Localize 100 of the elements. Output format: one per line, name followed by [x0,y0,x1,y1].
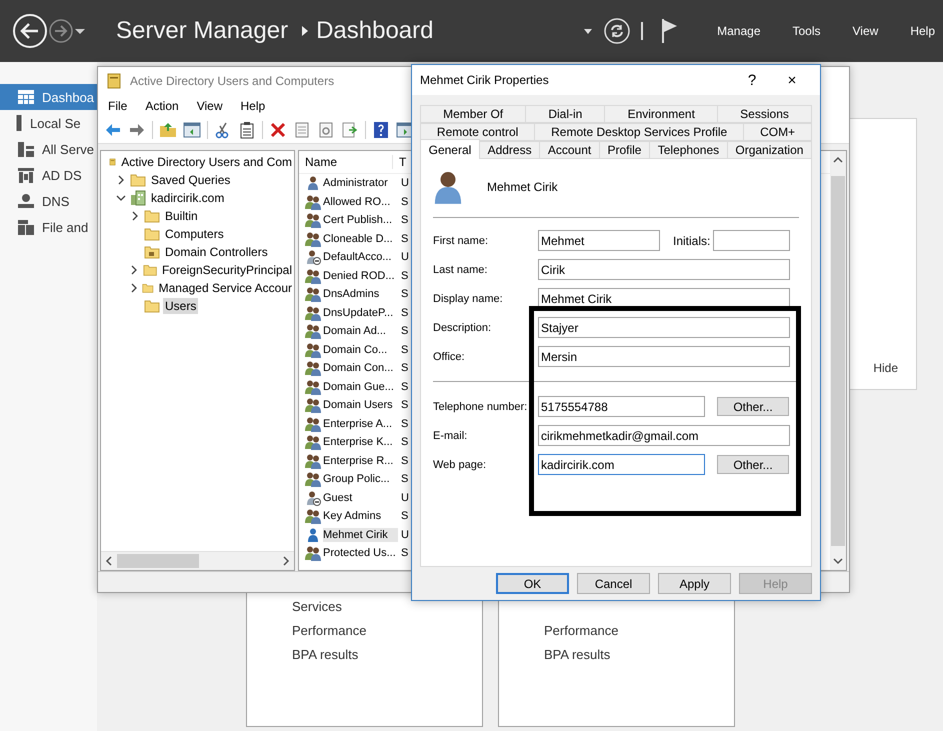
list-item[interactable]: Enterprise R... [323,454,398,468]
list-item[interactable]: DnsAdmins [323,287,398,302]
tile-link[interactable]: BPA results [544,647,734,662]
tree-item[interactable]: Builtin [163,208,200,224]
tab[interactable]: Profile [600,141,650,159]
tree-item[interactable]: kadircirik.com [149,190,226,206]
dialog-button[interactable]: Apply [658,573,731,594]
expand-chevron-icon[interactable] [116,175,126,185]
tab[interactable]: COM+ [744,123,812,141]
dropdown-caret-icon[interactable] [74,26,86,36]
refresh-icon[interactable] [603,17,632,45]
sidebar-item[interactable]: Dashboa [0,84,97,110]
text-field[interactable]: Cirik [538,259,790,280]
sidebar-item[interactable]: All Serve [0,136,97,162]
tab[interactable]: Telephones [650,141,728,159]
expand-chevron-icon[interactable] [129,265,140,275]
list-item[interactable]: Cert Publish... [323,213,398,228]
tab[interactable]: Environment [605,105,718,123]
menu-item[interactable]: Manage [717,24,760,38]
column-header[interactable]: Name [299,155,393,169]
tree-item[interactable]: Managed Service Accour [156,280,294,296]
dropdown-caret-icon[interactable] [583,27,594,35]
tab[interactable]: Remote Desktop Services Profile [535,123,744,141]
list-item[interactable]: Enterprise A... [323,416,398,431]
folder-up-icon[interactable] [159,121,177,139]
other-button[interactable]: Other... [717,455,789,474]
tab[interactable]: Organization [728,141,812,159]
list-item[interactable]: Administrator [323,176,398,190]
list-item[interactable]: DefaultAcco... [323,250,398,264]
close-button[interactable]: × [772,66,812,94]
clipboard-icon[interactable] [238,121,256,139]
horizontal-scrollbar[interactable] [101,551,294,570]
tab[interactable]: Account [540,141,600,159]
list-item[interactable]: Allowed RO... [323,194,398,209]
menu-item[interactable]: Help [240,99,266,113]
vertical-scrollbar[interactable] [830,151,846,570]
list-item[interactable]: Domain Ad... [323,324,398,338]
text-field[interactable]: Stajyer [538,317,790,338]
collapse-chevron-icon[interactable] [116,193,126,203]
tree-item[interactable]: Domain Controllers [163,244,270,260]
tree-item[interactable]: Users [163,298,198,314]
list-item[interactable]: Guest [323,490,398,505]
sidebar-item[interactable]: File and [0,214,97,240]
text-field[interactable] [713,230,790,251]
menu-item[interactable]: File [108,99,128,113]
tab[interactable]: Dial-in [526,105,606,123]
refresh-page-icon[interactable] [317,121,335,139]
menu-item[interactable]: View [196,99,222,113]
tile-link[interactable]: Performance [292,623,482,638]
back-icon[interactable] [12,13,48,49]
properties-icon[interactable] [293,121,311,139]
text-field[interactable]: Mersin [538,346,790,367]
list-item[interactable]: Domain Con... [323,361,398,376]
list-item[interactable]: Cloneable D... [323,232,398,246]
other-button[interactable]: Other... [717,397,789,416]
list-item[interactable]: Mehmet Cirik [323,528,398,542]
tree-item[interactable]: ForeignSecurityPrincipal [160,262,294,278]
tile-link[interactable]: Services [292,599,482,614]
text-field[interactable]: Mehmet [538,230,660,251]
tile-link[interactable]: BPA results [292,647,482,662]
tree-item[interactable]: Active Directory Users and Com [119,154,294,170]
menu-item[interactable]: Tools [792,24,821,38]
expand-chevron-icon[interactable] [129,283,139,293]
tree-item[interactable]: Computers [163,226,226,242]
dialog-button[interactable]: Cancel [577,573,650,594]
list-item[interactable]: Denied ROD... [323,268,398,283]
list-item[interactable]: Domain Users [323,398,398,412]
list-item[interactable]: Group Polic... [323,472,398,486]
menu-item[interactable]: View [852,24,878,38]
forward-arrow-icon[interactable] [128,121,146,139]
list-item[interactable]: Domain Gue... [323,380,398,394]
hide-link[interactable]: Hide [873,361,898,375]
help-icon[interactable] [372,121,390,139]
list-item[interactable]: DnsUpdateP... [323,306,398,320]
list-item[interactable]: Key Admins [323,509,398,524]
sidebar-item[interactable]: DNS [0,188,97,214]
forward-icon[interactable] [48,18,74,44]
tree-item[interactable]: Saved Queries [149,172,232,188]
sidebar-item[interactable]: Local Se [0,110,97,136]
sidebar-item[interactable]: AD DS [0,162,97,188]
tab[interactable]: Remote control [420,123,536,141]
tab[interactable]: Address [480,141,540,159]
tab[interactable]: Member Of [420,105,526,123]
dialog-button[interactable]: OK [496,573,569,594]
tile-link[interactable]: Performance [544,623,734,638]
delete-icon[interactable] [269,121,287,139]
flag-icon[interactable] [661,18,680,44]
help-button[interactable]: ? [732,66,772,94]
pane-icon[interactable] [183,121,201,139]
expand-chevron-icon[interactable] [130,211,140,221]
text-field[interactable]: kadircirik.com [538,454,705,475]
list-item[interactable]: Protected Us... [323,546,398,560]
menu-item[interactable]: Action [145,99,179,113]
export-icon[interactable] [341,121,359,139]
text-field[interactable]: 5175554788 [538,396,705,417]
list-item[interactable]: Domain Co... [323,342,398,357]
list-item[interactable]: Enterprise K... [323,435,398,450]
tab[interactable]: Sessions [718,105,812,123]
tab[interactable]: General [420,139,480,159]
menu-item[interactable]: Help [910,24,935,38]
